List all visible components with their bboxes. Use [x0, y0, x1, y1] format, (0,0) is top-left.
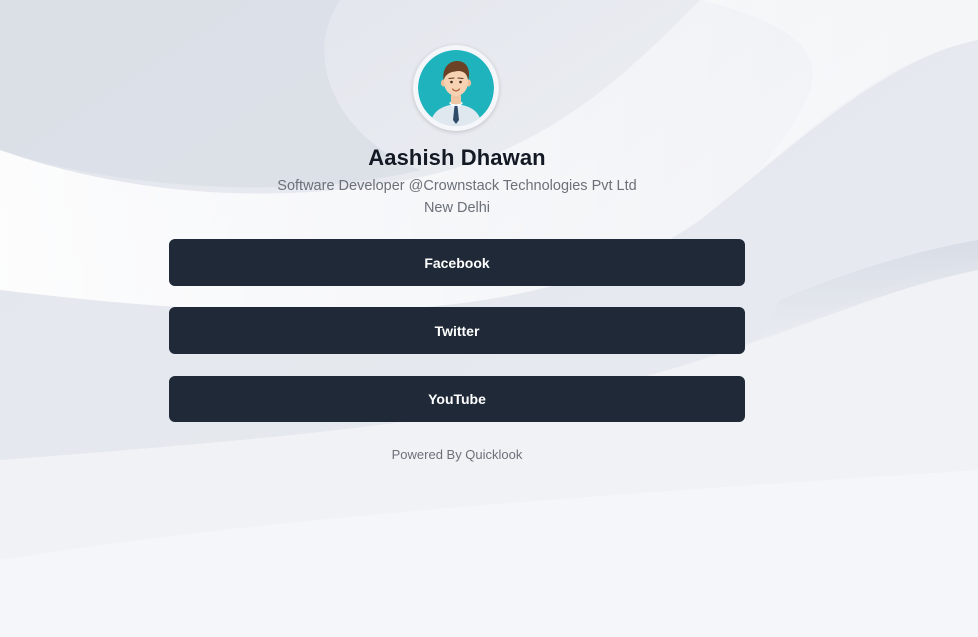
- profile-location: New Delhi: [423, 200, 491, 216]
- man-avatar-icon: [418, 50, 494, 126]
- youtube-link-label: YouTube: [428, 391, 486, 407]
- avatar: [413, 45, 499, 131]
- twitter-link-button[interactable]: Twitter: [169, 307, 745, 354]
- powered-by-footer: Powered By Quicklook: [391, 447, 523, 462]
- facebook-link-button[interactable]: Facebook: [169, 239, 745, 286]
- profile-name: Aashish Dhawan: [368, 145, 546, 170]
- youtube-link-button[interactable]: YouTube: [169, 376, 745, 422]
- facebook-link-label: Facebook: [424, 254, 490, 271]
- profile-page: Aashish Dhawan Software Developer @Crown…: [0, 0, 978, 637]
- profile-title: Software Developer @Crownstack Technolog…: [277, 178, 637, 194]
- twitter-link-label: Twitter: [434, 322, 480, 339]
